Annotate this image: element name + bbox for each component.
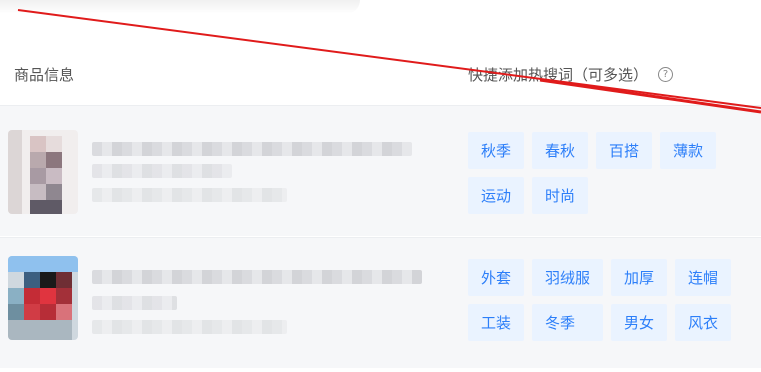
keyword-tag[interactable]: 工装: [468, 304, 525, 341]
keyword-tag-list: 外套 羽绒服 加厚 连帽 工装 冬季 男女 风衣: [468, 259, 732, 341]
product-meta-line: [92, 188, 287, 202]
top-shadow: [0, 0, 360, 14]
product-title-line: [92, 164, 232, 178]
keyword-tag[interactable]: 羽绒服: [532, 259, 604, 296]
keyword-tag[interactable]: 男女: [611, 304, 668, 341]
product-thumbnail[interactable]: [8, 130, 78, 214]
keyword-tag[interactable]: 秋季: [468, 132, 525, 169]
keyword-tag[interactable]: 薄款: [660, 132, 717, 169]
product-title-line: [92, 142, 412, 156]
table-row: 秋季 春秋 百搭 薄款 运动 时尚: [0, 105, 761, 236]
product-title-line: [92, 270, 422, 284]
keyword-tag[interactable]: 运动: [468, 177, 525, 214]
hot-keywords-header-label: 快捷添加热搜词（可多选）: [468, 66, 649, 84]
product-info-header: 商品信息: [14, 66, 75, 84]
keyword-tag[interactable]: 连帽: [675, 259, 732, 296]
table-header: 商品信息 快捷添加热搜词（可多选） ?: [0, 48, 761, 100]
product-thumbnail[interactable]: [8, 256, 78, 340]
keyword-tag[interactable]: 加厚: [611, 259, 668, 296]
keyword-tag[interactable]: 冬季: [532, 304, 604, 341]
product-title-line: [92, 296, 177, 310]
product-meta-line: [92, 320, 287, 334]
hot-keywords-header: 快捷添加热搜词（可多选） ?: [468, 64, 674, 85]
keyword-tag-list: 秋季 春秋 百搭 薄款 运动 时尚: [468, 132, 717, 214]
keyword-tag[interactable]: 时尚: [532, 177, 589, 214]
keyword-tag[interactable]: 百搭: [596, 132, 653, 169]
keyword-tag[interactable]: 春秋: [532, 132, 589, 169]
keyword-tag[interactable]: 风衣: [675, 304, 732, 341]
help-icon[interactable]: ?: [658, 67, 674, 82]
keyword-tag[interactable]: 外套: [468, 259, 525, 296]
table-row: 外套 羽绒服 加厚 连帽 工装 冬季 男女 风衣: [0, 237, 761, 368]
